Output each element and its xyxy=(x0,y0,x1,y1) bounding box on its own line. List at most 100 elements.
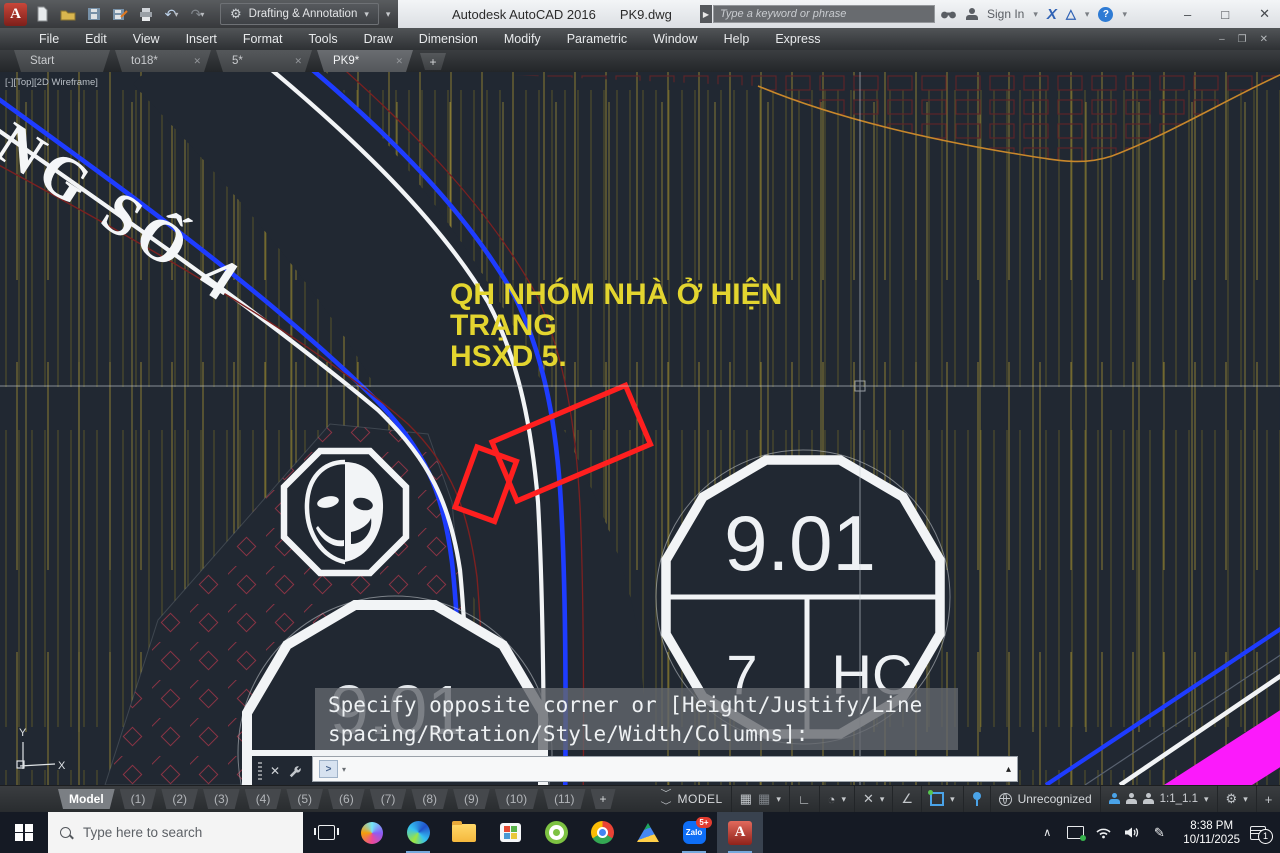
layout-tab-2[interactable]: (2) xyxy=(161,789,198,809)
close-icon[interactable]: ✕ xyxy=(294,56,302,67)
chevron-down-icon[interactable]: ▾ xyxy=(1243,794,1248,805)
undo-button[interactable]: ↶▾ xyxy=(160,3,183,25)
add-layout-button[interactable]: + xyxy=(591,789,616,809)
layout-tab-6[interactable]: (6) xyxy=(328,789,365,809)
workspace-switching-group[interactable]: ⚙ ▾ xyxy=(1217,786,1256,812)
menu-insert[interactable]: Insert xyxy=(173,28,230,50)
viewport-label[interactable]: [-][Top][2D Wireframe] xyxy=(5,77,98,88)
app-menu-button[interactable]: A xyxy=(4,3,27,26)
menu-file[interactable]: File xyxy=(26,28,72,50)
chevron-down-icon[interactable]: ▾ xyxy=(841,794,846,805)
geolocation-button[interactable]: Unrecognized xyxy=(990,786,1100,812)
chevron-down-icon[interactable]: ▾ xyxy=(880,794,885,805)
microsoft-store-button[interactable] xyxy=(487,812,533,853)
search-go-button[interactable]: ▶ xyxy=(700,5,712,23)
annotation-monitor-button[interactable]: + xyxy=(1256,786,1280,812)
volume-button[interactable] xyxy=(1117,812,1145,853)
doc-minimize-button[interactable]: – xyxy=(1219,34,1225,45)
layout-tab-4[interactable]: (4) xyxy=(245,789,282,809)
workspace-dropdown[interactable]: ⚙ Drafting & Annotation ▾ xyxy=(220,3,379,25)
a360-dropdown-icon[interactable]: ▾ xyxy=(1085,9,1090,20)
clock[interactable]: 8:38 PM 10/11/2025 xyxy=(1173,819,1250,847)
layout-tab-11[interactable]: (11) xyxy=(543,789,585,809)
display-status-button[interactable] xyxy=(1061,812,1089,853)
menu-edit[interactable]: Edit xyxy=(72,28,120,50)
chevron-down-icon[interactable]: ▾ xyxy=(1204,794,1209,805)
edge-button[interactable] xyxy=(395,812,441,853)
sign-in-button[interactable]: Sign In xyxy=(987,7,1024,21)
file-tab-pk9[interactable]: PK9* ✕ xyxy=(317,50,413,72)
start-button[interactable] xyxy=(0,812,48,853)
menu-draw[interactable]: Draw xyxy=(351,28,406,50)
exchange-apps-icon[interactable]: X xyxy=(1047,6,1057,23)
grid-snap-group[interactable]: ▦ ▦ ▾ xyxy=(731,786,789,812)
layout-tab-7[interactable]: (7) xyxy=(370,789,407,809)
qat-customize-button[interactable]: ▾ xyxy=(386,9,391,20)
layout-tab-5[interactable]: (5) xyxy=(286,789,323,809)
menu-parametric[interactable]: Parametric xyxy=(554,28,640,50)
menu-view[interactable]: View xyxy=(120,28,173,50)
redo-dropdown-icon[interactable]: ▾ xyxy=(200,10,204,19)
menu-tools[interactable]: Tools xyxy=(295,28,350,50)
menu-modify[interactable]: Modify xyxy=(491,28,554,50)
minimize-button[interactable]: – xyxy=(1184,7,1191,22)
wifi-button[interactable] xyxy=(1089,812,1117,853)
layout-overflow-button[interactable]: ﹀﹀ xyxy=(661,786,670,812)
object-snap-icon[interactable] xyxy=(930,792,944,806)
autocad-taskbar-button[interactable]: A xyxy=(717,812,763,853)
file-explorer-button[interactable] xyxy=(441,812,487,853)
action-center-button[interactable]: 1 xyxy=(1250,812,1280,853)
redo-button[interactable]: ↷▾ xyxy=(186,3,209,25)
polar-tracking-icon[interactable]: ◔ xyxy=(828,792,836,807)
chevron-down-icon[interactable]: ▾ xyxy=(776,794,781,805)
keyword-search-input[interactable] xyxy=(713,5,935,23)
snap-grid-icon[interactable]: ▦ xyxy=(758,791,770,807)
history-up-icon[interactable]: ▴ xyxy=(1006,764,1011,775)
annotation-scale-icon[interactable] xyxy=(1143,793,1154,805)
command-line[interactable]: > ▾ ▴ xyxy=(312,756,1018,782)
isodraft-icon[interactable]: ✕ xyxy=(863,791,874,807)
undo-dropdown-icon[interactable]: ▾ xyxy=(174,10,178,19)
close-icon[interactable]: ✕ xyxy=(270,764,280,778)
drawing-canvas[interactable]: NG SỐ 4 xyxy=(0,72,1280,785)
annotation-visibility-icon[interactable] xyxy=(1109,793,1120,805)
copilot-button[interactable] xyxy=(349,812,395,853)
doc-close-button[interactable]: ✕ xyxy=(1260,34,1268,45)
wrench-icon[interactable] xyxy=(288,765,301,778)
new-drawing-tab-button[interactable]: + xyxy=(420,53,446,70)
ortho-button[interactable]: ∟ xyxy=(789,786,819,812)
layout-tab-1[interactable]: (1) xyxy=(120,789,157,809)
annotation-scale-value[interactable]: 1:1_1.1 xyxy=(1160,793,1198,805)
menu-window[interactable]: Window xyxy=(640,28,710,50)
annotation-scale-group[interactable]: 1:1_1.1 ▾ xyxy=(1100,786,1217,812)
zalo-button[interactable]: Zalo 5+ xyxy=(671,812,717,853)
menu-express[interactable]: Express xyxy=(762,28,833,50)
chrome-button[interactable] xyxy=(579,812,625,853)
drawing-area[interactable]: NG SỐ 4 xyxy=(0,72,1280,785)
grid-icon[interactable]: ▦ xyxy=(740,791,752,807)
file-tab-5[interactable]: 5* ✕ xyxy=(216,50,312,72)
menu-dimension[interactable]: Dimension xyxy=(406,28,491,50)
file-tab-to18[interactable]: to18* ✕ xyxy=(115,50,211,72)
google-drive-button[interactable] xyxy=(625,812,671,853)
command-input[interactable] xyxy=(350,761,1002,778)
gear-icon[interactable]: ⚙ xyxy=(1226,791,1238,807)
3d-osnap-button[interactable] xyxy=(963,786,990,812)
polar-tracking-group[interactable]: ◔ ▾ xyxy=(819,786,854,812)
taskbar-search[interactable] xyxy=(48,812,303,853)
layout-tab-10[interactable]: (10) xyxy=(495,789,538,809)
help-icon[interactable]: ? xyxy=(1098,7,1113,22)
object-snap-group[interactable]: ▾ xyxy=(921,786,963,812)
maximize-button[interactable]: □ xyxy=(1221,7,1229,22)
help-dropdown-icon[interactable]: ▾ xyxy=(1122,9,1127,20)
menu-help[interactable]: Help xyxy=(711,28,763,50)
sign-in-dropdown-icon[interactable]: ▾ xyxy=(1033,9,1038,20)
taskbar-search-input[interactable] xyxy=(81,824,275,841)
close-button[interactable]: ✕ xyxy=(1259,6,1270,22)
tray-overflow-button[interactable]: ∧ xyxy=(1033,812,1061,853)
coccoc-button[interactable] xyxy=(533,812,579,853)
save-button[interactable] xyxy=(82,3,105,25)
a360-icon[interactable]: △ xyxy=(1066,6,1076,22)
new-file-button[interactable] xyxy=(30,3,53,25)
windows-ink-button[interactable]: ✎ xyxy=(1145,812,1173,853)
